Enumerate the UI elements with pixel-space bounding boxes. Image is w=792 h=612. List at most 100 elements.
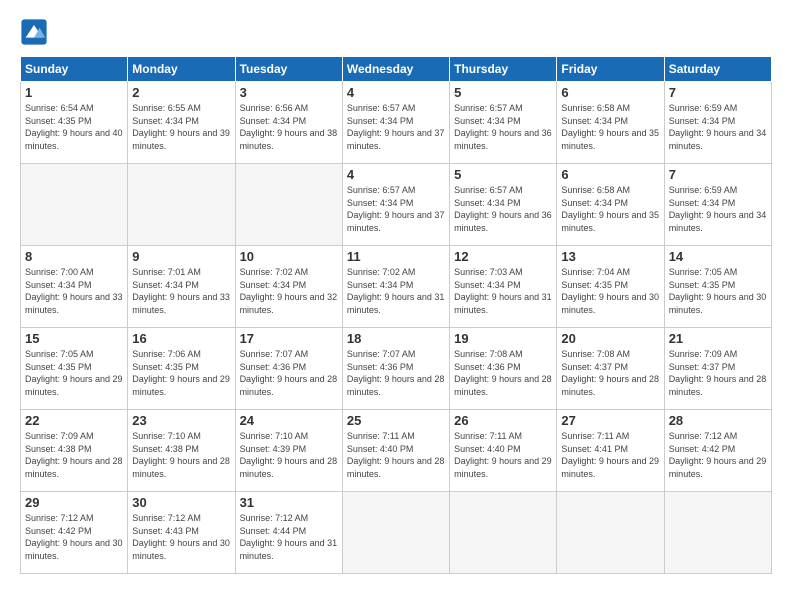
- calendar-cell: 2 Sunrise: 6:55 AM Sunset: 4:34 PM Dayli…: [128, 82, 235, 164]
- day-number: 7: [669, 85, 767, 100]
- calendar-cell: 7 Sunrise: 6:59 AM Sunset: 4:34 PM Dayli…: [664, 164, 771, 246]
- calendar-cell: [664, 492, 771, 574]
- calendar-cell: 22 Sunrise: 7:09 AM Sunset: 4:38 PM Dayl…: [21, 410, 128, 492]
- calendar-week-row: 4 Sunrise: 6:57 AM Sunset: 4:34 PM Dayli…: [21, 164, 772, 246]
- calendar-cell: 1 Sunrise: 6:54 AM Sunset: 4:35 PM Dayli…: [21, 82, 128, 164]
- day-info: Sunrise: 6:57 AM Sunset: 4:34 PM Dayligh…: [347, 184, 445, 234]
- calendar-cell: 9 Sunrise: 7:01 AM Sunset: 4:34 PM Dayli…: [128, 246, 235, 328]
- calendar-cell: 8 Sunrise: 7:00 AM Sunset: 4:34 PM Dayli…: [21, 246, 128, 328]
- day-info: Sunrise: 7:02 AM Sunset: 4:34 PM Dayligh…: [240, 266, 338, 316]
- calendar-cell: 26 Sunrise: 7:11 AM Sunset: 4:40 PM Dayl…: [450, 410, 557, 492]
- day-info: Sunrise: 7:08 AM Sunset: 4:37 PM Dayligh…: [561, 348, 659, 398]
- day-info: Sunrise: 7:05 AM Sunset: 4:35 PM Dayligh…: [25, 348, 123, 398]
- day-info: Sunrise: 7:04 AM Sunset: 4:35 PM Dayligh…: [561, 266, 659, 316]
- day-number: 31: [240, 495, 338, 510]
- day-number: 15: [25, 331, 123, 346]
- calendar-cell: 30 Sunrise: 7:12 AM Sunset: 4:43 PM Dayl…: [128, 492, 235, 574]
- calendar-cell: 24 Sunrise: 7:10 AM Sunset: 4:39 PM Dayl…: [235, 410, 342, 492]
- day-number: 20: [561, 331, 659, 346]
- calendar-week-row: 22 Sunrise: 7:09 AM Sunset: 4:38 PM Dayl…: [21, 410, 772, 492]
- calendar-cell: 21 Sunrise: 7:09 AM Sunset: 4:37 PM Dayl…: [664, 328, 771, 410]
- calendar-cell: 3 Sunrise: 6:56 AM Sunset: 4:34 PM Dayli…: [235, 82, 342, 164]
- header-sunday: Sunday: [21, 57, 128, 82]
- calendar-cell: 10 Sunrise: 7:02 AM Sunset: 4:34 PM Dayl…: [235, 246, 342, 328]
- calendar-cell: 4 Sunrise: 6:57 AM Sunset: 4:34 PM Dayli…: [342, 82, 449, 164]
- day-info: Sunrise: 7:12 AM Sunset: 4:44 PM Dayligh…: [240, 512, 338, 562]
- day-info: Sunrise: 7:03 AM Sunset: 4:34 PM Dayligh…: [454, 266, 552, 316]
- day-number: 24: [240, 413, 338, 428]
- calendar-cell: 29 Sunrise: 7:12 AM Sunset: 4:42 PM Dayl…: [21, 492, 128, 574]
- calendar-cell: 5 Sunrise: 6:57 AM Sunset: 4:34 PM Dayli…: [450, 164, 557, 246]
- day-number: 16: [132, 331, 230, 346]
- calendar-cell: [21, 164, 128, 246]
- day-number: 6: [561, 167, 659, 182]
- day-info: Sunrise: 7:10 AM Sunset: 4:38 PM Dayligh…: [132, 430, 230, 480]
- calendar-cell: 6 Sunrise: 6:58 AM Sunset: 4:34 PM Dayli…: [557, 82, 664, 164]
- day-info: Sunrise: 7:11 AM Sunset: 4:41 PM Dayligh…: [561, 430, 659, 480]
- day-info: Sunrise: 7:12 AM Sunset: 4:42 PM Dayligh…: [669, 430, 767, 480]
- calendar-week-row: 1 Sunrise: 6:54 AM Sunset: 4:35 PM Dayli…: [21, 82, 772, 164]
- day-info: Sunrise: 7:11 AM Sunset: 4:40 PM Dayligh…: [454, 430, 552, 480]
- day-number: 5: [454, 85, 552, 100]
- day-info: Sunrise: 7:05 AM Sunset: 4:35 PM Dayligh…: [669, 266, 767, 316]
- day-info: Sunrise: 7:07 AM Sunset: 4:36 PM Dayligh…: [347, 348, 445, 398]
- calendar-cell: 17 Sunrise: 7:07 AM Sunset: 4:36 PM Dayl…: [235, 328, 342, 410]
- calendar-cell: 11 Sunrise: 7:02 AM Sunset: 4:34 PM Dayl…: [342, 246, 449, 328]
- day-number: 4: [347, 85, 445, 100]
- calendar-cell: 4 Sunrise: 6:57 AM Sunset: 4:34 PM Dayli…: [342, 164, 449, 246]
- day-info: Sunrise: 7:11 AM Sunset: 4:40 PM Dayligh…: [347, 430, 445, 480]
- day-number: 12: [454, 249, 552, 264]
- day-number: 4: [347, 167, 445, 182]
- header: [20, 18, 772, 46]
- calendar-cell: 28 Sunrise: 7:12 AM Sunset: 4:42 PM Dayl…: [664, 410, 771, 492]
- calendar-cell: 5 Sunrise: 6:57 AM Sunset: 4:34 PM Dayli…: [450, 82, 557, 164]
- calendar-cell: 25 Sunrise: 7:11 AM Sunset: 4:40 PM Dayl…: [342, 410, 449, 492]
- day-info: Sunrise: 7:00 AM Sunset: 4:34 PM Dayligh…: [25, 266, 123, 316]
- calendar-week-row: 15 Sunrise: 7:05 AM Sunset: 4:35 PM Dayl…: [21, 328, 772, 410]
- calendar-cell: [128, 164, 235, 246]
- calendar-cell: 7 Sunrise: 6:59 AM Sunset: 4:34 PM Dayli…: [664, 82, 771, 164]
- day-info: Sunrise: 6:58 AM Sunset: 4:34 PM Dayligh…: [561, 102, 659, 152]
- day-info: Sunrise: 7:07 AM Sunset: 4:36 PM Dayligh…: [240, 348, 338, 398]
- calendar-cell: 14 Sunrise: 7:05 AM Sunset: 4:35 PM Dayl…: [664, 246, 771, 328]
- calendar-cell: 23 Sunrise: 7:10 AM Sunset: 4:38 PM Dayl…: [128, 410, 235, 492]
- header-friday: Friday: [557, 57, 664, 82]
- day-number: 5: [454, 167, 552, 182]
- day-number: 19: [454, 331, 552, 346]
- header-tuesday: Tuesday: [235, 57, 342, 82]
- header-thursday: Thursday: [450, 57, 557, 82]
- calendar-week-row: 29 Sunrise: 7:12 AM Sunset: 4:42 PM Dayl…: [21, 492, 772, 574]
- weekday-header-row: Sunday Monday Tuesday Wednesday Thursday…: [21, 57, 772, 82]
- day-info: Sunrise: 6:57 AM Sunset: 4:34 PM Dayligh…: [347, 102, 445, 152]
- main-container: Sunday Monday Tuesday Wednesday Thursday…: [0, 0, 792, 584]
- day-info: Sunrise: 6:58 AM Sunset: 4:34 PM Dayligh…: [561, 184, 659, 234]
- day-info: Sunrise: 6:59 AM Sunset: 4:34 PM Dayligh…: [669, 102, 767, 152]
- day-info: Sunrise: 7:01 AM Sunset: 4:34 PM Dayligh…: [132, 266, 230, 316]
- day-info: Sunrise: 7:10 AM Sunset: 4:39 PM Dayligh…: [240, 430, 338, 480]
- calendar-cell: [342, 492, 449, 574]
- day-info: Sunrise: 7:06 AM Sunset: 4:35 PM Dayligh…: [132, 348, 230, 398]
- day-info: Sunrise: 7:09 AM Sunset: 4:38 PM Dayligh…: [25, 430, 123, 480]
- day-number: 2: [132, 85, 230, 100]
- day-number: 22: [25, 413, 123, 428]
- calendar-cell: 12 Sunrise: 7:03 AM Sunset: 4:34 PM Dayl…: [450, 246, 557, 328]
- day-info: Sunrise: 6:56 AM Sunset: 4:34 PM Dayligh…: [240, 102, 338, 152]
- day-number: 10: [240, 249, 338, 264]
- day-number: 14: [669, 249, 767, 264]
- day-number: 29: [25, 495, 123, 510]
- day-info: Sunrise: 6:54 AM Sunset: 4:35 PM Dayligh…: [25, 102, 123, 152]
- calendar-cell: [235, 164, 342, 246]
- day-number: 8: [25, 249, 123, 264]
- day-info: Sunrise: 6:59 AM Sunset: 4:34 PM Dayligh…: [669, 184, 767, 234]
- logo: [20, 18, 52, 46]
- day-number: 28: [669, 413, 767, 428]
- day-number: 9: [132, 249, 230, 264]
- day-number: 13: [561, 249, 659, 264]
- day-number: 17: [240, 331, 338, 346]
- calendar-cell: 31 Sunrise: 7:12 AM Sunset: 4:44 PM Dayl…: [235, 492, 342, 574]
- day-number: 23: [132, 413, 230, 428]
- calendar-table: Sunday Monday Tuesday Wednesday Thursday…: [20, 56, 772, 574]
- day-number: 7: [669, 167, 767, 182]
- header-wednesday: Wednesday: [342, 57, 449, 82]
- day-number: 21: [669, 331, 767, 346]
